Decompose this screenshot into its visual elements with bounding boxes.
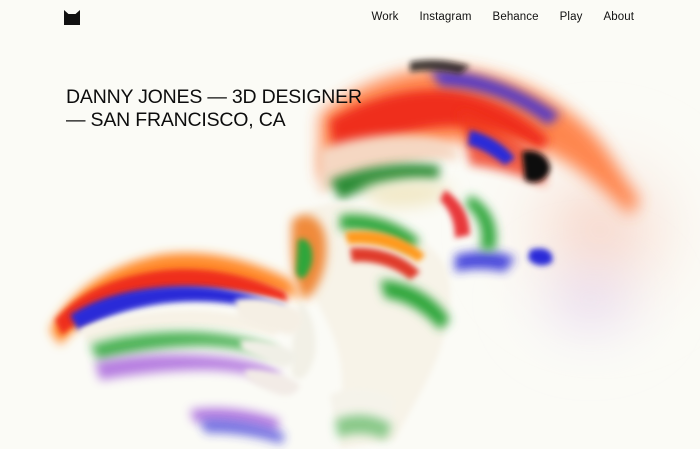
- hero-artwork: [50, 59, 700, 449]
- hero-title-line-2: — SAN FRANCISCO, CA: [66, 109, 286, 131]
- page: Work Instagram Behance Play About DANNY …: [0, 0, 700, 449]
- hero-title: DANNY JONES — 3D DESIGNER — SAN FRANCISC…: [66, 86, 362, 132]
- hero-title-line-1: DANNY JONES — 3D DESIGNER: [66, 86, 362, 108]
